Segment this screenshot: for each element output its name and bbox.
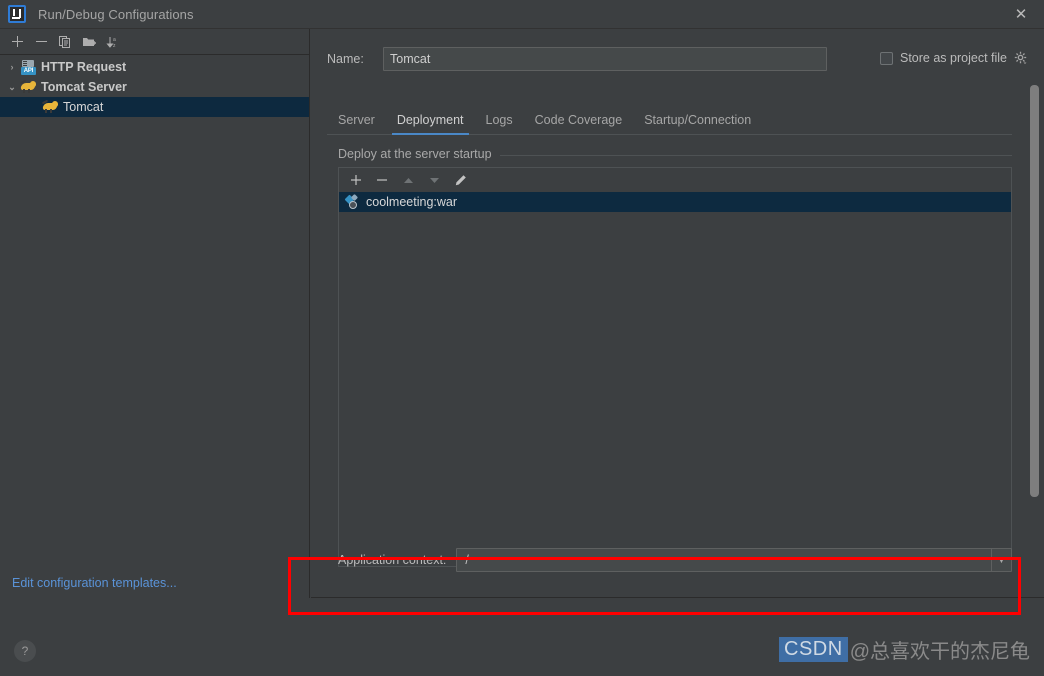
edit-artifact-button[interactable] <box>451 171 469 189</box>
sidebar-toolbar: a z <box>0 29 309 55</box>
run-debug-configurations-dialog: Run/Debug Configurations ✕ a z › API HTT… <box>0 0 1044 676</box>
tab-logs[interactable]: Logs <box>475 113 524 134</box>
svg-text:z: z <box>113 43 116 49</box>
chevron-right-icon[interactable]: › <box>4 62 20 72</box>
chevron-down-icon[interactable]: ⌄ <box>4 82 20 93</box>
move-down-button[interactable] <box>425 171 443 189</box>
name-input[interactable]: Tomcat <box>383 47 827 71</box>
tab-deployment[interactable]: Deployment <box>386 113 475 135</box>
application-context-row: Application context: / ▼ <box>338 548 1012 572</box>
deployment-list-toolbar <box>339 168 1011 192</box>
tree-item-http-request[interactable]: › API HTTP Request <box>0 57 309 77</box>
configurations-sidebar: a z › API HTTP Request ⌄ Tomcat Server T… <box>0 29 310 598</box>
tree-item-tomcat[interactable]: Tomcat <box>0 97 309 117</box>
api-icon: API <box>20 59 38 75</box>
application-context-value: / <box>465 553 469 567</box>
sort-configurations-button[interactable]: a z <box>102 31 124 53</box>
tree-item-label: Tomcat Server <box>41 80 127 94</box>
intellij-idea-icon <box>8 5 26 23</box>
csdn-watermark: CSDN @总喜欢干的杰尼龟 <box>779 635 1030 664</box>
add-configuration-button[interactable] <box>6 31 28 53</box>
watermark-handle: @总喜欢干的杰尼龟 <box>849 641 1030 663</box>
title-bar: Run/Debug Configurations ✕ <box>0 0 1044 29</box>
list-item[interactable]: coolmeeting:war <box>339 192 1011 212</box>
store-as-project-file-row: Store as project file <box>880 51 1028 65</box>
tomcat-icon <box>19 79 38 95</box>
application-context-label: Application context: <box>338 553 447 567</box>
help-icon[interactable]: ? <box>14 640 36 662</box>
edit-configuration-templates-link[interactable]: Edit configuration templates... <box>12 576 177 590</box>
configuration-editor-panel: Name: Tomcat Store as project file Serve… <box>311 29 1044 598</box>
group-title: Deploy at the server startup <box>338 147 500 161</box>
remove-artifact-button[interactable] <box>373 171 391 189</box>
configuration-tabs: Server Deployment Logs Code Coverage Sta… <box>327 107 1012 135</box>
artifact-icon <box>344 193 363 210</box>
move-up-button[interactable] <box>399 171 417 189</box>
name-label: Name: <box>327 52 364 66</box>
tab-server[interactable]: Server <box>327 113 386 134</box>
application-context-combobox[interactable]: / ▼ <box>456 548 1012 572</box>
deployment-list-panel: coolmeeting:war <box>338 167 1012 567</box>
configurations-tree: › API HTTP Request ⌄ Tomcat Server Tomca <box>0 55 309 117</box>
store-as-project-file-checkbox[interactable] <box>880 51 893 65</box>
tab-code-coverage[interactable]: Code Coverage <box>524 113 634 134</box>
content-vertical-scrollbar[interactable] <box>1030 85 1039 497</box>
store-as-project-file-label: Store as project file <box>900 51 1007 65</box>
tree-item-tomcat-server[interactable]: ⌄ Tomcat Server <box>0 77 309 97</box>
name-row: Name: Tomcat <box>327 47 827 71</box>
deploy-at-server-startup-group: Deploy at the server startup coolmeeting… <box>338 147 1012 567</box>
tab-startup-connection[interactable]: Startup/Connection <box>633 113 762 134</box>
watermark-brand: CSDN <box>779 637 848 662</box>
gear-icon[interactable] <box>1014 51 1028 65</box>
window-title: Run/Debug Configurations <box>38 6 194 22</box>
tree-item-label: Tomcat <box>63 100 104 114</box>
deployment-list: coolmeeting:war <box>339 192 1011 212</box>
remove-configuration-button[interactable] <box>30 31 52 53</box>
save-configuration-button[interactable] <box>78 31 100 53</box>
chevron-down-icon[interactable]: ▼ <box>991 549 1011 571</box>
tomcat-icon <box>41 99 60 115</box>
list-item-label: coolmeeting:war <box>366 195 458 209</box>
copy-configuration-button[interactable] <box>54 31 76 53</box>
add-artifact-button[interactable] <box>347 171 365 189</box>
close-icon[interactable]: ✕ <box>998 0 1044 29</box>
tree-item-label: HTTP Request <box>41 60 127 74</box>
